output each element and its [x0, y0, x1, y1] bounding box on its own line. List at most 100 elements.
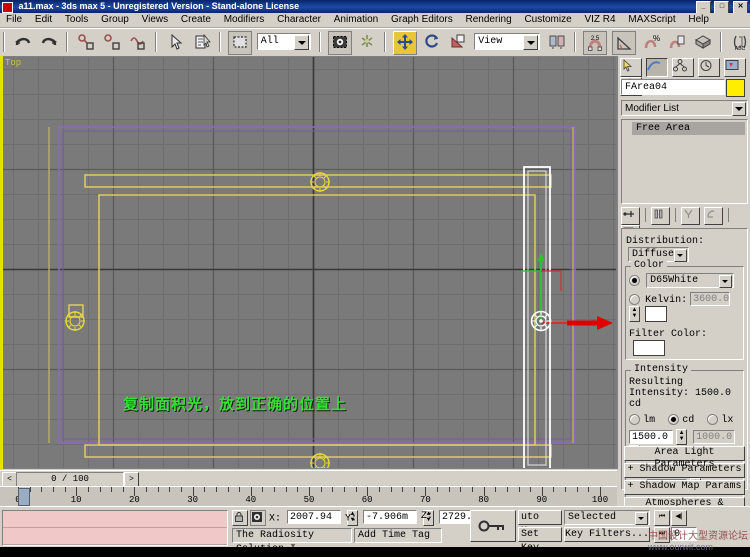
x-field[interactable]: 2007.94 [287, 510, 341, 524]
go-to-start-icon[interactable]: ⏮ [654, 510, 670, 526]
snap-toggle-icon[interactable]: 2.5 [583, 31, 607, 55]
display-tab[interactable] [724, 58, 746, 77]
select-and-rotate-icon[interactable] [421, 31, 443, 53]
unlink-icon[interactable] [101, 31, 123, 53]
menu-maxscript[interactable]: MAXScript [623, 13, 680, 27]
area-light-gizmo[interactable] [64, 310, 86, 332]
edit-named-selections-icon[interactable] [692, 31, 714, 53]
menu-modifiers[interactable]: Modifiers [219, 13, 270, 27]
ruler-tick [460, 487, 461, 492]
select-by-name-icon[interactable] [191, 31, 213, 53]
menu-group[interactable]: Group [96, 13, 134, 27]
show-end-result-icon[interactable] [651, 207, 670, 225]
set-key-button[interactable]: Set Key [518, 527, 562, 542]
modify-tab[interactable] [646, 58, 668, 77]
menu-file[interactable]: File [0, 13, 27, 27]
named-selection-sets-icon[interactable]: ABC [729, 31, 750, 53]
rollout-shadow-parameters[interactable]: + Shadow Parameters [624, 463, 745, 478]
undo-icon[interactable] [12, 31, 34, 53]
select-and-move-icon[interactable] [393, 31, 417, 55]
intensity-field[interactable]: 1500.0 [629, 430, 673, 444]
menu-customize[interactable]: Customize [519, 13, 576, 27]
menu-help[interactable]: Help [683, 13, 714, 27]
area-light-gizmo[interactable] [309, 171, 331, 193]
select-and-scale-icon[interactable] [447, 31, 469, 53]
absolute-relative-transform-toggle[interactable] [250, 510, 266, 526]
menu-tools[interactable]: Tools [60, 13, 93, 27]
chevron-down-icon[interactable] [294, 35, 309, 50]
use-pivot-point-center-icon[interactable] [546, 31, 568, 53]
select-object-icon[interactable] [165, 31, 187, 53]
filter-color-swatch[interactable] [633, 340, 665, 356]
select-and-manipulate-icon[interactable] [356, 31, 378, 53]
modifier-stack[interactable]: Free Area [621, 119, 748, 204]
kelvin-spinner[interactable]: ▲▼ [629, 306, 640, 322]
ruler-tick [286, 487, 287, 492]
menu-rendering[interactable]: Rendering [461, 13, 517, 27]
selection-filter-combo[interactable]: All [257, 33, 311, 50]
current-time-field[interactable]: 0 / 100 [16, 472, 124, 487]
reference-coordinate-system-combo[interactable]: View [474, 33, 540, 50]
track-bar[interactable]: 0102030405060708090100 [0, 486, 617, 508]
modifier-list-dropdown[interactable]: Modifier List [621, 100, 748, 116]
top-viewport[interactable]: Top 复制面积光，放到正确的位置上 [0, 56, 617, 469]
color-preset-dropdown[interactable]: D65White [646, 273, 734, 288]
next-frame-button[interactable]: > [124, 472, 139, 487]
remove-modifier-icon[interactable] [704, 207, 723, 225]
spinner-snap-icon[interactable] [666, 31, 688, 53]
menu-viz-r4[interactable]: VIZ R4 [579, 13, 620, 27]
rectangular-selection-region-icon[interactable] [228, 31, 252, 55]
chevron-down-icon[interactable] [523, 35, 538, 50]
bind-space-warp-icon[interactable] [127, 31, 149, 53]
unit-lx-radio[interactable] [707, 414, 718, 425]
percent-snap-icon[interactable]: % [640, 31, 662, 53]
auto-key-button[interactable]: uto Key [518, 510, 562, 525]
unit-lm-radio[interactable] [629, 414, 640, 425]
selection-lock-icon[interactable] [232, 510, 248, 526]
angle-snap-icon[interactable] [612, 31, 636, 55]
chevron-down-icon[interactable] [719, 275, 732, 288]
area-light-gizmo[interactable] [309, 452, 331, 469]
menu-character[interactable]: Character [272, 13, 326, 27]
object-name-field[interactable]: FArea04 [621, 79, 725, 95]
hierarchy-tab[interactable] [672, 58, 694, 77]
kelvin-radio[interactable] [629, 294, 640, 305]
key-filters-button[interactable]: Key Filters... [564, 527, 650, 542]
menu-create[interactable]: Create [176, 13, 216, 27]
kelvin-color-swatch[interactable] [645, 306, 667, 322]
window-crossing-icon[interactable] [328, 31, 352, 55]
ruler-tick [216, 487, 217, 492]
motion-tab[interactable] [698, 58, 720, 77]
previous-frame-icon[interactable]: ◀| [671, 510, 687, 526]
chevron-down-icon[interactable] [635, 512, 648, 525]
rollout-shadow-map-params[interactable]: + Shadow Map Params [624, 480, 745, 495]
chevron-down-icon[interactable] [732, 102, 746, 116]
maxscript-listener[interactable] [2, 510, 228, 546]
menu-animation[interactable]: Animation [329, 13, 383, 27]
time-slider-handle[interactable] [18, 488, 30, 506]
menu-edit[interactable]: Edit [30, 13, 57, 27]
select-link-icon[interactable] [75, 31, 97, 53]
rollout-area-light-parameters[interactable]: Area Light Parameters [624, 446, 745, 461]
make-unique-icon[interactable] [681, 207, 700, 225]
key-mode-toggle-icon[interactable] [470, 510, 516, 542]
intensity-alt-field[interactable]: 1000.0 [693, 430, 735, 444]
color-preset-radio[interactable] [629, 275, 640, 286]
unit-cd-radio[interactable] [668, 414, 679, 425]
add-time-tag-button[interactable]: Add Time Tag [354, 528, 442, 543]
toolbar-separator [66, 32, 68, 52]
prev-frame-button[interactable]: < [2, 472, 17, 487]
intensity-spinner[interactable]: ▲▼ [676, 429, 687, 445]
stack-item-free-area[interactable]: Free Area [632, 122, 745, 135]
object-color-swatch[interactable] [726, 79, 745, 97]
menu-graph-editors[interactable]: Graph Editors [386, 13, 458, 27]
chevron-down-icon[interactable] [674, 249, 687, 262]
menu-views[interactable]: Views [137, 13, 174, 27]
selected-area-light-gizmo[interactable] [530, 310, 552, 332]
create-tab[interactable] [620, 58, 642, 77]
y-field[interactable]: -7.906m [363, 510, 417, 524]
pin-stack-icon[interactable] [621, 207, 640, 225]
key-mode-dropdown[interactable]: Selected [564, 510, 650, 525]
redo-icon[interactable] [38, 31, 60, 53]
kelvin-field[interactable]: 3600.0 [690, 292, 730, 306]
